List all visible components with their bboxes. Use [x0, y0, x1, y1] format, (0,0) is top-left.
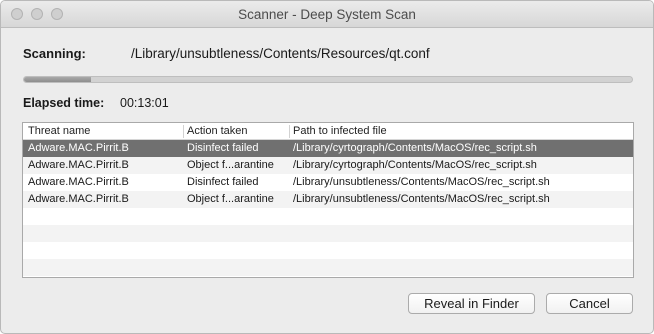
column-header-path[interactable]: Path to infected file: [293, 125, 387, 137]
table-row: [23, 225, 633, 242]
scan-progress-fill: [24, 77, 91, 82]
title-bar: Scanner - Deep System Scan: [1, 1, 653, 28]
threats-table[interactable]: Threat name Action taken Path to infecte…: [22, 122, 634, 278]
column-divider[interactable]: [183, 125, 184, 138]
table-row: [23, 242, 633, 259]
window-title: Scanner - Deep System Scan: [238, 7, 416, 22]
cancel-button[interactable]: Cancel: [546, 293, 633, 314]
table-row: [23, 208, 633, 225]
table-row[interactable]: Adware.MAC.Pirrit.B Disinfect failed/Libr…: [23, 174, 633, 191]
action-taken-cell: Disinfect failed: [187, 176, 259, 188]
action-taken-cell: Object f...arantine: [187, 193, 274, 205]
column-header-threat-name[interactable]: Threat name: [28, 125, 90, 137]
elapsed-time-label: Elapsed time:: [23, 96, 105, 110]
action-taken-cell: Disinfect failed: [187, 142, 259, 154]
table-header: Threat name Action taken Path to infecte…: [23, 123, 633, 140]
table-row[interactable]: Adware.MAC.Pirrit.B Disinfect failed/Libr…: [23, 140, 633, 157]
threat-name-cell: Adware.MAC.Pirrit.B: [28, 159, 129, 171]
elapsed-time-value: 00:13:01: [120, 96, 169, 110]
infected-path-cell: /Library/cyrtograph/Contents/MacOS/rec_s…: [293, 159, 537, 171]
table-body: Adware.MAC.Pirrit.B Disinfect failed/Libr…: [23, 140, 633, 276]
infected-path-cell: /Library/cyrtograph/Contents/MacOS/rec_s…: [293, 142, 537, 154]
table-row[interactable]: Adware.MAC.Pirrit.B Object f...arantine/L…: [23, 191, 633, 208]
threat-name-cell: Adware.MAC.Pirrit.B: [28, 176, 129, 188]
scan-progress-bar: [23, 76, 633, 83]
threat-name-cell: Adware.MAC.Pirrit.B: [28, 193, 129, 205]
table-row[interactable]: Adware.MAC.Pirrit.B Object f...arantine/L…: [23, 157, 633, 174]
table-row: [23, 259, 633, 276]
action-taken-cell: Object f...arantine: [187, 159, 274, 171]
scanning-path: /Library/unsubtleness/Contents/Resources…: [131, 46, 430, 61]
scanning-label: Scanning:: [23, 46, 86, 61]
column-header-action-taken[interactable]: Action taken: [187, 125, 248, 137]
reveal-in-finder-button[interactable]: Reveal in Finder: [408, 293, 535, 314]
column-divider[interactable]: [289, 125, 290, 138]
infected-path-cell: /Library/unsubtleness/Contents/MacOS/rec…: [293, 193, 550, 205]
scanner-window: Scanner - Deep System Scan Scanning: /Li…: [0, 0, 654, 334]
threat-name-cell: Adware.MAC.Pirrit.B: [28, 142, 129, 154]
infected-path-cell: /Library/unsubtleness/Contents/MacOS/rec…: [293, 176, 550, 188]
